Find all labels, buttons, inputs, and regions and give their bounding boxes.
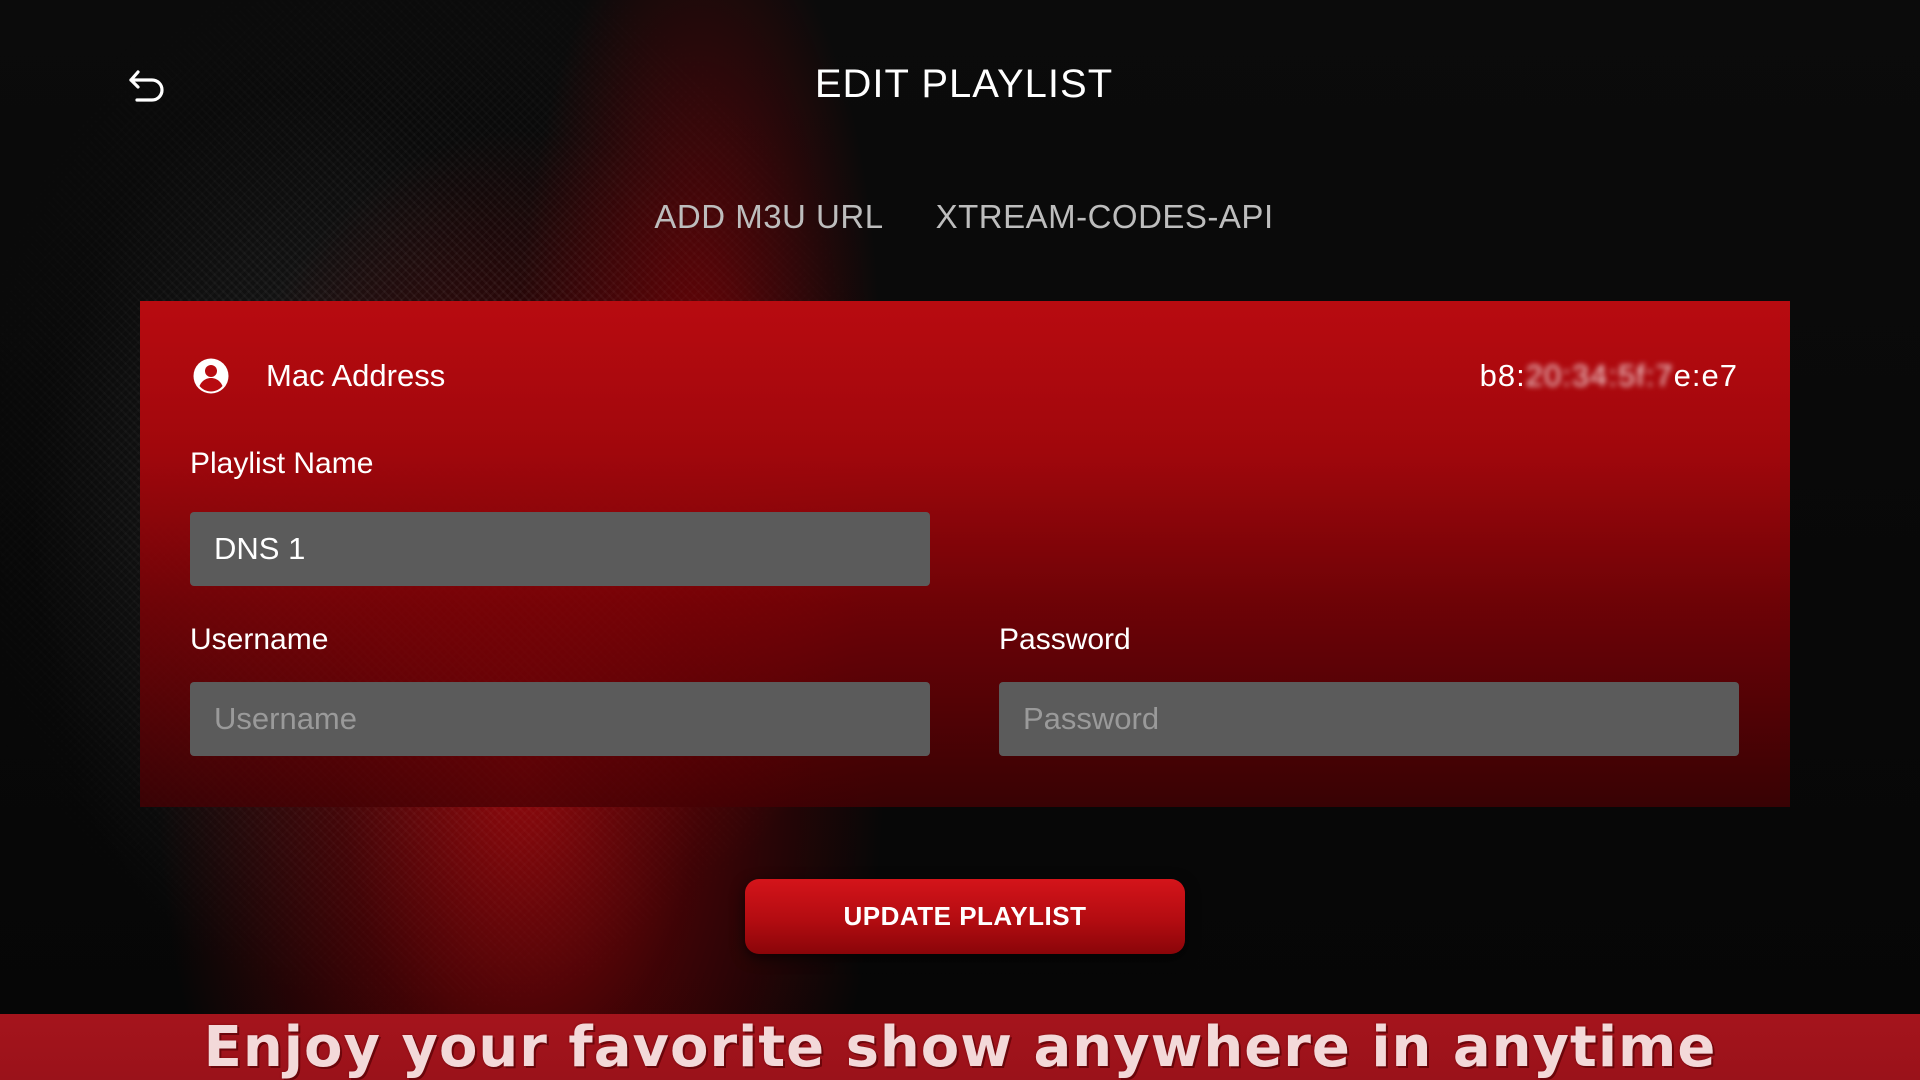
playlist-name-input[interactable] (190, 512, 930, 586)
edit-playlist-screen: EDIT PLAYLIST ADD M3U URL XTREAM-CODES-A… (0, 0, 1920, 1080)
mac-address-label: Mac Address (266, 358, 446, 393)
promo-banner-text: Enjoy your favorite show anywhere in any… (203, 1014, 1717, 1080)
mac-value-suffix: e:e7 (1673, 358, 1738, 393)
password-input[interactable] (999, 682, 1739, 756)
mac-address-value: b8:20:34:5f:7e:e7 (1480, 358, 1738, 394)
promo-banner: Enjoy your favorite show anywhere in any… (0, 1014, 1920, 1080)
username-label: Username (190, 623, 329, 656)
password-label: Password (999, 623, 1131, 656)
playlist-name-label: Playlist Name (190, 447, 374, 480)
account-circle-icon (192, 357, 230, 395)
page-title: EDIT PLAYLIST (814, 62, 1114, 106)
username-input[interactable] (190, 682, 930, 756)
tab-xtream-codes-api[interactable]: XTREAM-CODES-API (936, 194, 1274, 240)
update-playlist-button[interactable]: UPDATE PLAYLIST (745, 879, 1185, 954)
mac-address-row: Mac Address b8:20:34:5f:7e:e7 (192, 351, 1738, 401)
tab-bar: ADD M3U URL XTREAM-CODES-API (0, 194, 1920, 240)
tab-add-m3u-url[interactable]: ADD M3U URL (654, 194, 883, 240)
mac-value-prefix: b8: (1479, 358, 1526, 393)
playlist-form-panel: Mac Address b8:20:34:5f:7e:e7 Playlist N… (140, 301, 1790, 807)
mac-value-obscured: 20:34:5f:7 (1525, 358, 1674, 393)
